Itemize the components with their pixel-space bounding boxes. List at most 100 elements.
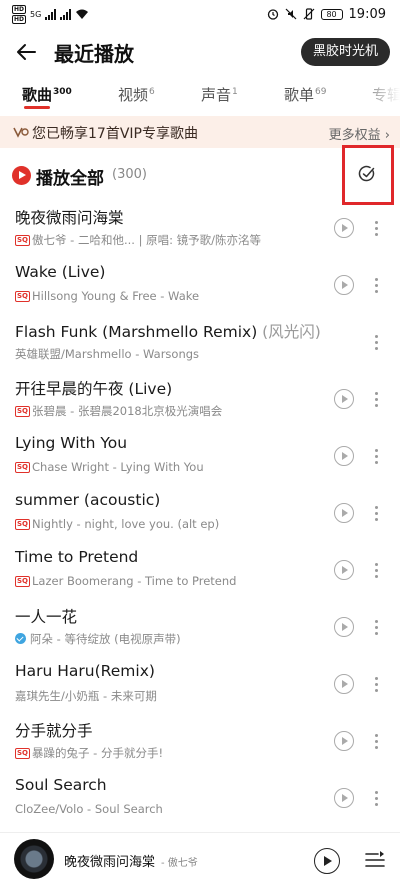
tab-audio[interactable]: 声音1 (201, 84, 238, 105)
play-all-row[interactable]: 播放全部 (300) (0, 158, 400, 194)
active-tab-indicator (24, 106, 50, 109)
now-playing-artist: - 傲七爷 (161, 858, 198, 869)
status-left: HD HD 5G (12, 4, 89, 24)
vip-banner[interactable]: 您已畅享17首VIP专享歌曲 更多权益 › (0, 116, 400, 148)
song-subtitle: 嘉琪先生/小奶瓶 - 未来可期 (15, 689, 157, 703)
battery-icon: 80 (320, 8, 343, 20)
verified-icon (15, 633, 26, 644)
song-row[interactable]: Haru Haru(Remix) 嘉琪先生/小奶瓶 - 未来可期 (0, 658, 400, 714)
tab-count: 69 (315, 87, 327, 97)
vinyl-time-machine-button[interactable]: 黑胶时光机 (300, 38, 390, 66)
song-row[interactable]: Soul Search CloZee/Volo - Soul Search (0, 772, 400, 828)
song-subtitle: SQ 张碧晨 - 张碧晨2018北京极光演唱会 (15, 404, 223, 418)
play-circle-icon[interactable] (334, 617, 354, 637)
song-title: summer (acoustic) (15, 491, 161, 509)
play-all-icon[interactable] (12, 166, 31, 185)
status-right: 80 19:09 (267, 7, 386, 22)
play-circle-icon[interactable] (334, 788, 354, 808)
play-circle-icon[interactable] (334, 389, 354, 409)
song-row[interactable]: Flash Funk (Marshmello Remix) (风光闪) 英雄联盟… (0, 316, 400, 372)
song-subtitle: SQ Chase Wright - Lying With You (15, 460, 204, 474)
more-vertical-icon[interactable] (370, 503, 384, 523)
song-row[interactable]: Lying With You SQ Chase Wright - Lying Wi… (0, 430, 400, 486)
tab-label: 歌曲 (22, 86, 53, 104)
play-circle-icon[interactable] (334, 503, 354, 523)
song-row[interactable]: Time to Pretend SQ Lazer Boomerang - Time… (0, 544, 400, 600)
sim2-hd-icon: HD (12, 14, 27, 24)
mini-player[interactable]: 晚夜微雨问海棠 - 傲七爷 (0, 832, 400, 888)
mute-icon (285, 8, 296, 20)
play-circle-icon[interactable] (334, 731, 354, 751)
more-vertical-icon[interactable] (370, 617, 384, 637)
page-title: 最近播放 (54, 42, 134, 66)
play-circle-icon[interactable] (334, 560, 354, 580)
network-type: 5G (30, 9, 42, 19)
song-row[interactable]: Wake (Live) SQ Hillsong Young & Free - Wa… (0, 259, 400, 315)
song-title: 开往早晨的午夜 (Live) (15, 380, 173, 398)
song-subtitle: SQ 暴躁的兔子 - 分手就分手! (15, 746, 164, 760)
multi-select-check-icon (358, 165, 375, 182)
play-button[interactable] (314, 848, 340, 874)
sim-icons: HD HD (12, 4, 27, 24)
tab-songs[interactable]: 歌曲300 (22, 84, 72, 105)
playlist-icon[interactable] (364, 849, 386, 871)
song-subtitle: 阿朵 - 等待绽放 (电视原声带) (15, 631, 181, 647)
tab-count: 1 (232, 87, 238, 97)
signal-icon (45, 8, 57, 20)
tab-videos[interactable]: 视频6 (118, 84, 155, 105)
more-vertical-icon[interactable] (370, 389, 384, 409)
more-vertical-icon[interactable] (370, 218, 384, 238)
song-subtitle: SQ Lazer Boomerang - Time to Pretend (15, 574, 237, 588)
song-subtitle: 英雄联盟/Marshmello - Warsongs (15, 347, 200, 361)
more-vertical-icon[interactable] (370, 560, 384, 580)
more-vertical-icon[interactable] (370, 446, 384, 466)
more-vertical-icon[interactable] (370, 275, 384, 295)
more-vertical-icon[interactable] (370, 332, 384, 352)
play-all-label[interactable]: 播放全部 (36, 164, 104, 189)
vip-icon (13, 127, 29, 138)
song-title: Wake (Live) (15, 263, 106, 281)
multi-select-button[interactable] (342, 145, 394, 205)
tab-label: 声音 (201, 86, 232, 104)
clock: 19:09 (348, 6, 386, 22)
more-vertical-icon[interactable] (370, 674, 384, 694)
header: 最近播放 黑胶时光机 (0, 28, 400, 76)
play-circle-icon[interactable] (334, 446, 354, 466)
song-row[interactable]: 一人一花 阿朵 - 等待绽放 (电视原声带) (0, 601, 400, 657)
tab-label: 视频 (118, 86, 149, 104)
song-subtitle: SQ Nightly - night, love you. (alt ep) (15, 517, 220, 531)
sq-badge: SQ (15, 291, 30, 302)
song-row[interactable]: summer (acoustic) SQ Nightly - night, lov… (0, 487, 400, 543)
song-subtitle: SQ Hillsong Young & Free - Wake (15, 289, 200, 303)
song-title: 一人一花 (15, 608, 78, 626)
song-title: Soul Search (15, 776, 107, 794)
tab-fade (352, 78, 400, 114)
more-benefits-link[interactable]: 更多权益 › (329, 124, 390, 143)
sim1-hd-icon: HD (12, 4, 27, 14)
signal2-icon (60, 8, 72, 20)
song-row[interactable]: 开往早晨的午夜 (Live) SQ 张碧晨 - 张碧晨2018北京极光演唱会 (0, 373, 400, 429)
song-row[interactable]: 晚夜微雨问海棠 SQ 傲七爷 - 二哈和他... | 原唱: 镜予歌/陈亦洺等 (0, 202, 400, 258)
sq-badge: SQ (15, 235, 30, 246)
album-art-disc[interactable] (14, 839, 54, 879)
back-arrow-icon[interactable] (14, 40, 38, 64)
play-circle-icon[interactable] (334, 674, 354, 694)
sq-badge: SQ (15, 519, 30, 530)
wifi-icon (76, 9, 89, 19)
song-title: Lying With You (15, 434, 128, 452)
song-subtitle: SQ 傲七爷 - 二哈和他... | 原唱: 镜予歌/陈亦洺等 (15, 233, 262, 247)
status-bar: HD HD 5G 80 19:09 (0, 0, 400, 28)
song-row[interactable]: 分手就分手 SQ 暴躁的兔子 - 分手就分手! (0, 715, 400, 771)
song-title: Flash Funk (Marshmello Remix) (风光闪) (15, 323, 321, 341)
tab-playlists[interactable]: 歌单69 (284, 84, 326, 105)
play-circle-icon[interactable] (334, 218, 354, 238)
more-vertical-icon[interactable] (370, 731, 384, 751)
alarm-icon (267, 9, 278, 20)
play-circle-icon[interactable] (334, 275, 354, 295)
tab-bar: 歌曲300 视频6 声音1 歌单69 专辑 (0, 78, 400, 114)
play-all-count: (300) (112, 167, 147, 182)
more-vertical-icon[interactable] (370, 788, 384, 808)
sq-badge: SQ (15, 748, 30, 759)
now-playing-title: 晚夜微雨问海棠 - 傲七爷 (64, 855, 198, 870)
vip-text: 您已畅享17首VIP专享歌曲 (32, 126, 198, 142)
